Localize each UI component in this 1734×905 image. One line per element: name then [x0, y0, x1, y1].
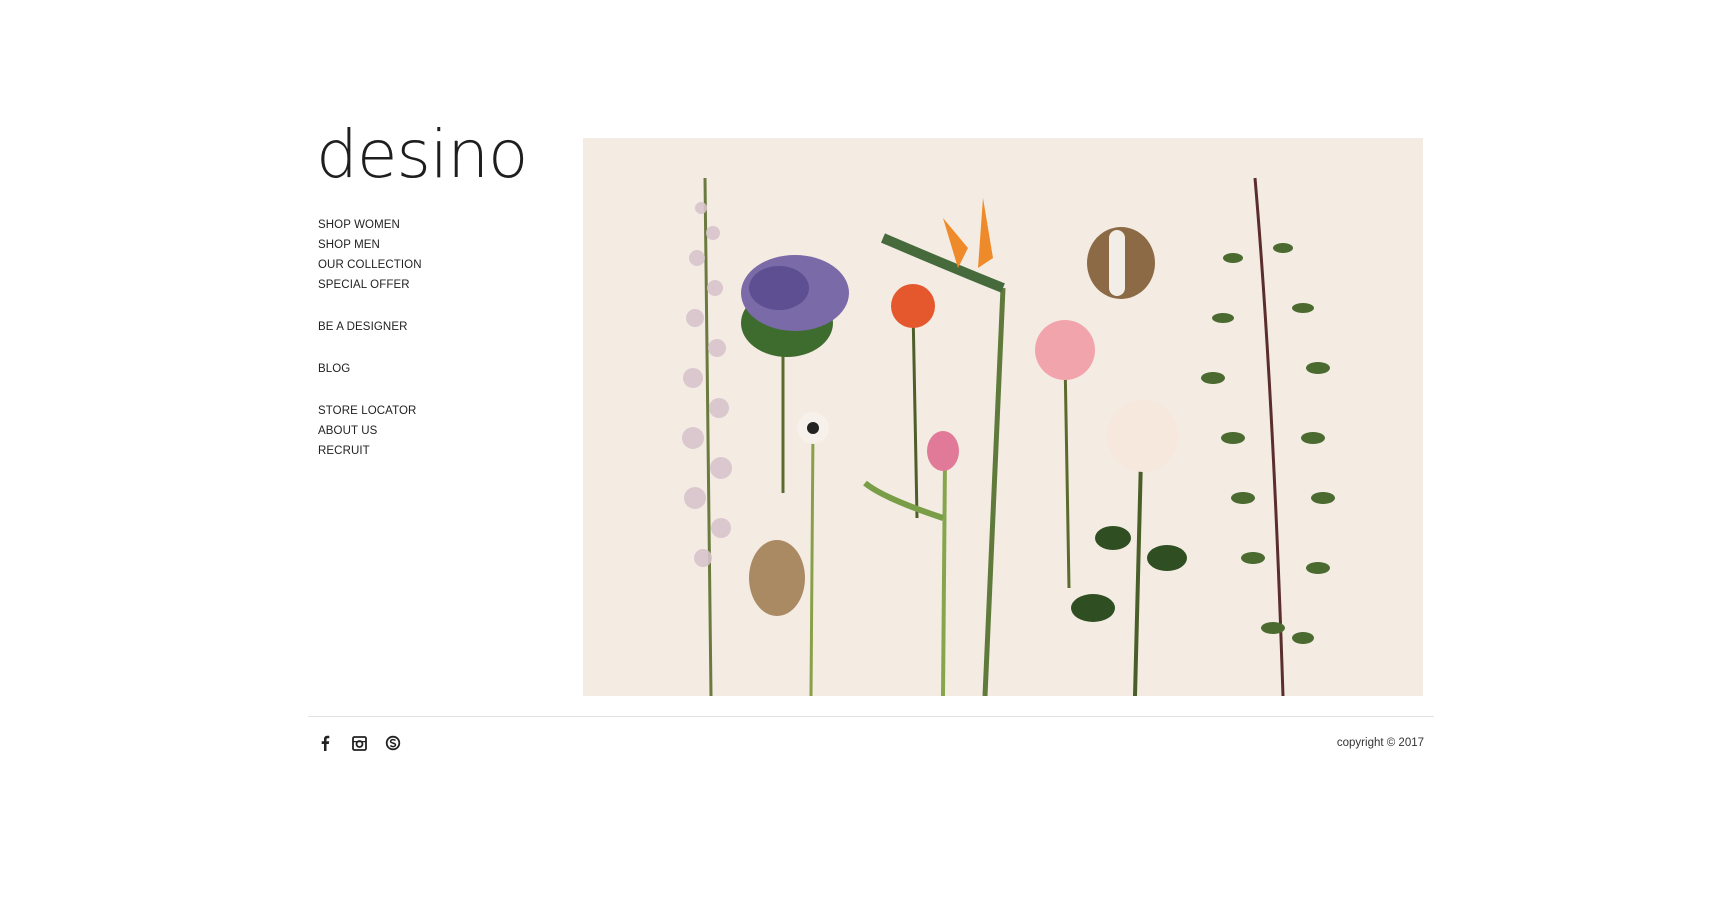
- nav-item-blog[interactable]: BLOG: [318, 359, 538, 379]
- facebook-icon[interactable]: [316, 734, 334, 752]
- nav-item-shop-men[interactable]: SHOP MEN: [318, 235, 538, 255]
- nav-item-about-us[interactable]: ABOUT US: [318, 421, 538, 441]
- nav-item-store-locator[interactable]: STORE LOCATOR: [318, 401, 538, 421]
- nav-group-company: STORE LOCATOR ABOUT US RECRUIT: [318, 401, 538, 461]
- main-nav: SHOP WOMEN SHOP MEN OUR COLLECTION SPECI…: [318, 215, 538, 483]
- nav-group-blog: BLOG: [318, 359, 538, 379]
- nav-group-designer: BE A DESIGNER: [318, 317, 538, 337]
- nav-group-shop: SHOP WOMEN SHOP MEN OUR COLLECTION SPECI…: [318, 215, 538, 295]
- flowers-illustration: [583, 138, 1423, 696]
- footer-divider: [308, 716, 1434, 717]
- nav-item-shop-women[interactable]: SHOP WOMEN: [318, 215, 538, 235]
- brand-logo[interactable]: desino: [316, 122, 528, 188]
- hero-image: [583, 138, 1423, 696]
- nav-item-be-a-designer[interactable]: BE A DESIGNER: [318, 317, 538, 337]
- page: desino SHOP WOMEN SHOP MEN OUR COLLECTIO…: [0, 0, 1734, 905]
- skype-icon[interactable]: [384, 734, 402, 752]
- copyright-text: copyright © 2017: [1336, 737, 1424, 749]
- nav-item-recruit[interactable]: RECRUIT: [318, 441, 538, 461]
- social-links: [316, 734, 402, 752]
- nav-item-special-offer[interactable]: SPECIAL OFFER: [318, 275, 538, 295]
- instagram-icon[interactable]: [350, 734, 368, 752]
- nav-item-our-collection[interactable]: OUR COLLECTION: [318, 255, 538, 275]
